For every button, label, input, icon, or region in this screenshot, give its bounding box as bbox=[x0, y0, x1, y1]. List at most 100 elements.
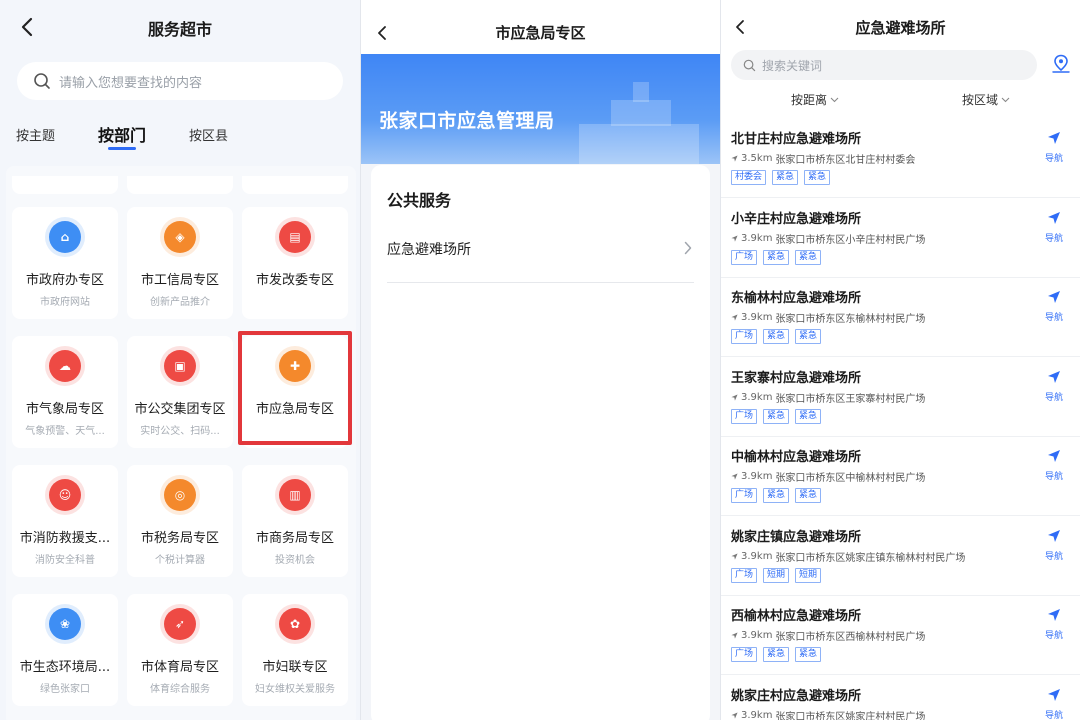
shelter-list-item[interactable]: 中榆林村应急避难场所 3.9km 张家口市桥东区中榆林村村民广场 广场 紧急 紧急 导航 bbox=[721, 436, 1080, 516]
location-arrow-icon bbox=[731, 155, 738, 162]
building-illustration bbox=[611, 100, 671, 126]
running-person-icon: ➶ bbox=[160, 604, 200, 644]
page-title: 应急避难场所 bbox=[855, 19, 946, 37]
navigate-label: 导航 bbox=[1044, 154, 1063, 164]
service-item-label: 应急避难场所 bbox=[387, 242, 471, 258]
shelter-tags: 村委会 紧急 紧急 bbox=[731, 170, 831, 185]
department-subtitle: 消防安全科普 bbox=[35, 555, 95, 566]
navigation-arrow-icon bbox=[1048, 211, 1060, 224]
navigate-button[interactable]: 导航 bbox=[1042, 528, 1066, 562]
navigate-button[interactable]: 导航 bbox=[1042, 130, 1066, 164]
navigate-button[interactable]: 导航 bbox=[1042, 289, 1066, 323]
shelter-name: 东榆林村应急避难场所 bbox=[731, 291, 862, 306]
shelter-list-item[interactable]: 小辛庄村应急避难场所 3.9km 张家口市桥东区小辛庄村村民广场 广场 紧急 紧急 导航 bbox=[721, 198, 1080, 278]
shelter-name: 北甘庄村应急避难场所 bbox=[731, 132, 862, 147]
shelter-tag: 广场 bbox=[731, 249, 758, 265]
tab-by-county[interactable]: 按区县 bbox=[189, 125, 228, 144]
navigation-arrow-icon bbox=[1048, 529, 1060, 542]
department-card[interactable]: ◈ 市工信局专区 创新产品推介 bbox=[127, 207, 233, 319]
navigate-button[interactable]: 导航 bbox=[1042, 210, 1066, 244]
shelter-list-item[interactable]: 王家寨村应急避难场所 3.9km 张家口市桥东区王家寨村村民广场 广场 紧急 紧急 导航 bbox=[721, 357, 1080, 437]
shelter-list-panel: 应急避难场所 搜索关键词 按距离 按区域 北甘庄村应急避难场所 3.5km 张家口市… bbox=[721, 0, 1080, 720]
shelter-tags: 广场 紧急 紧急 bbox=[731, 647, 822, 662]
navigation-arrow-icon bbox=[1048, 450, 1060, 462]
shelter-tags: 广场 紧急 紧急 bbox=[731, 488, 822, 503]
building-illustration bbox=[579, 124, 699, 164]
navigate-button[interactable]: 导航 bbox=[1042, 687, 1066, 720]
location-arrow-icon bbox=[731, 234, 738, 242]
search-input[interactable]: 搜索关键词 bbox=[731, 50, 1037, 80]
department-card[interactable]: ✿ 市妇联专区 妇女维权关爱服务 bbox=[242, 594, 348, 706]
filter-region[interactable]: 按区域 bbox=[962, 91, 1010, 108]
shelter-address-line: 3.5km 张家口市桥东区北甘庄村村委会 bbox=[731, 151, 915, 166]
shield-badge-icon: ◈ bbox=[160, 217, 200, 257]
shelter-distance: 3.9km bbox=[741, 550, 773, 562]
shelter-list-item[interactable]: 姚家庄镇应急避难场所 3.9km 张家口市桥东区姚家庄镇东榆林村村民广场 广场 短期 短期… bbox=[721, 516, 1080, 596]
department-card[interactable]: ▣ 市公交集团专区 实时公交、扫码... bbox=[127, 336, 233, 448]
department-name: 市公交集团专区 bbox=[134, 402, 226, 417]
location-arrow-icon bbox=[731, 393, 738, 401]
shelter-tag: 广场 bbox=[731, 329, 758, 344]
department-card[interactable]: ☁ 市气象局专区 气象预警、天气... bbox=[12, 336, 118, 448]
shelter-tag: 短期 bbox=[795, 567, 822, 583]
search-placeholder: 搜索关键词 bbox=[762, 58, 823, 73]
department-card[interactable]: ➶ 市体育局专区 体育综合服务 bbox=[127, 594, 233, 706]
shelter-distance: 3.9km bbox=[741, 471, 773, 482]
department-name: 市生态环境局... bbox=[19, 660, 111, 675]
shelter-address: 张家口市桥东区小辛庄村村民广场 bbox=[775, 234, 926, 246]
navigate-button[interactable]: 导航 bbox=[1042, 448, 1066, 482]
department-card[interactable]: ▥ 市商务局专区 投资机会 bbox=[242, 465, 348, 577]
shelter-tag: 紧急 bbox=[763, 329, 790, 344]
shelter-address: 张家口市桥东区西榆林村村民广场 bbox=[775, 632, 926, 643]
navigate-label: 导航 bbox=[1044, 392, 1063, 403]
shelter-list-item[interactable]: 东榆林村应急避难场所 3.9km 张家口市桥东区东榆林村村民广场 广场 紧急 紧急 导航 bbox=[721, 277, 1080, 357]
department-card[interactable]: ☺ 市消防救援支... 消防安全科普 bbox=[12, 465, 118, 577]
location-arrow-icon bbox=[731, 314, 738, 321]
weather-cloud-icon: ☁ bbox=[45, 346, 85, 386]
department-card[interactable]: ⌂ 市政府办专区 市政府网站 bbox=[12, 207, 118, 319]
navigation-arrow-icon bbox=[1048, 291, 1060, 303]
search-icon bbox=[34, 73, 50, 89]
department-name: 市政府办专区 bbox=[25, 273, 104, 288]
tab-by-theme[interactable]: 按主题 bbox=[16, 125, 55, 144]
shelter-name: 王家寨村应急避难场所 bbox=[731, 370, 862, 386]
firefighter-icon: ☺ bbox=[45, 475, 85, 515]
tab-by-department[interactable]: 按部门 bbox=[98, 122, 146, 146]
shelter-name: 西榆林村应急避难场所 bbox=[731, 609, 862, 624]
search-placeholder: 请输入您想要查找的内容 bbox=[59, 75, 203, 91]
shelter-list-item[interactable]: 姚家庄村应急避难场所 3.9km 张家口市桥东区姚家庄村村民广场 导航 bbox=[721, 675, 1080, 720]
navigation-arrow-icon bbox=[1048, 688, 1060, 701]
shelter-distance: 3.5km bbox=[741, 153, 773, 164]
service-market-panel: 服务超市 请输入您想要查找的内容 按主题 按部门 按区县 ⌂ 市政府办专区 市政府网… bbox=[0, 0, 360, 720]
search-icon bbox=[743, 59, 756, 71]
shelter-list-item[interactable]: 西榆林村应急避难场所 3.9km 张家口市桥东区西榆林村村民广场 广场 紧急 紧急 导航 bbox=[721, 595, 1080, 675]
shelter-tag: 紧急 bbox=[763, 408, 790, 424]
shelter-distance: 3.9km bbox=[741, 709, 773, 720]
filter-distance[interactable]: 按距离 bbox=[791, 91, 839, 108]
shelter-address-line: 3.9km 张家口市桥东区王家寨村村民广场 bbox=[731, 390, 925, 405]
tab-bar: 按主题 按部门 按区县 bbox=[0, 118, 360, 158]
department-subtitle: 体育综合服务 bbox=[150, 684, 210, 695]
shelter-tags: 广场 短期 短期 bbox=[731, 567, 822, 583]
navigate-button[interactable]: 导航 bbox=[1042, 369, 1066, 403]
department-card[interactable]: ❀ 市生态环境局... 绿色张家口 bbox=[12, 594, 118, 706]
shelter-address: 张家口市桥东区姚家庄镇东榆林村村民广场 bbox=[775, 552, 966, 564]
shelter-tag: 紧急 bbox=[795, 329, 822, 344]
department-card[interactable]: ◎ 市税务局专区 个税计算器 bbox=[127, 465, 233, 577]
public-service-card: 公共服务 应急避难场所 bbox=[371, 165, 710, 720]
icon-glyph: ▤ bbox=[289, 230, 301, 244]
navigate-button[interactable]: 导航 bbox=[1042, 607, 1066, 641]
department-subtitle: 个税计算器 bbox=[155, 555, 205, 566]
department-name: 市商务局专区 bbox=[255, 531, 334, 546]
department-subtitle: 市政府网站 bbox=[40, 297, 90, 308]
icon-glyph: ▥ bbox=[289, 488, 301, 502]
search-input[interactable]: 请输入您想要查找的内容 bbox=[17, 62, 343, 100]
department-card[interactable]: ▤ 市发改委专区 bbox=[242, 207, 348, 319]
chevron-right-icon bbox=[684, 241, 692, 255]
shelter-list-item[interactable]: 北甘庄村应急避难场所 3.5km 张家口市桥东区北甘庄村村委会 村委会 紧急 紧急 导航 bbox=[721, 118, 1080, 198]
map-view-button[interactable] bbox=[1051, 54, 1071, 78]
shelter-name: 中榆林村应急避难场所 bbox=[731, 450, 862, 465]
shelter-service-item[interactable]: 应急避难场所 bbox=[387, 225, 694, 283]
icon-glyph: ☁ bbox=[59, 359, 71, 373]
shelter-tag: 紧急 bbox=[763, 647, 790, 662]
